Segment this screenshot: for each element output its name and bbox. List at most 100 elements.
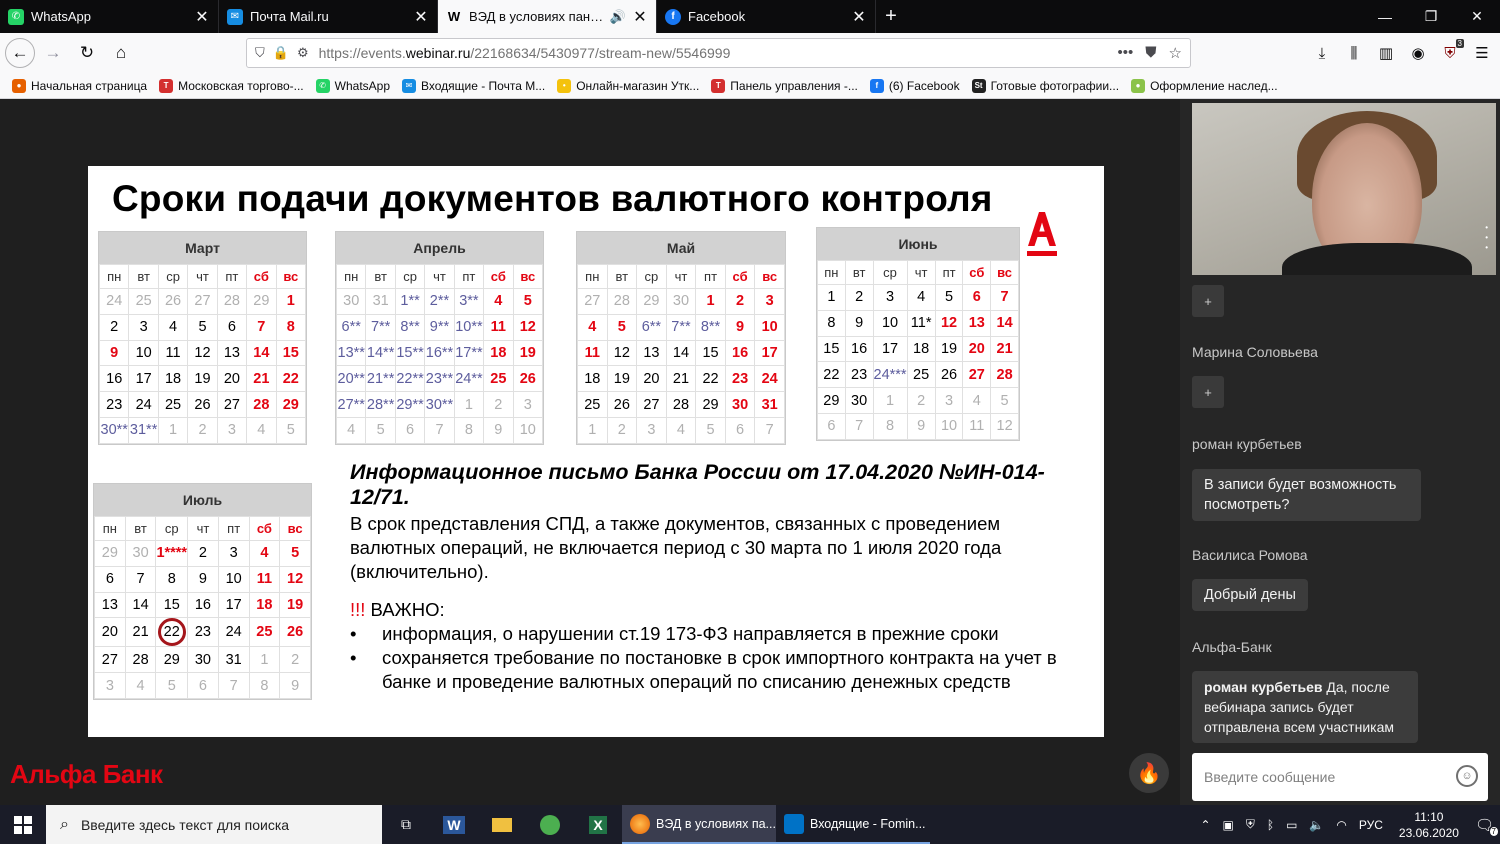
weekday-header: чт [187, 516, 219, 541]
bookmark-item[interactable]: ✉ Входящие - Почта М... [402, 78, 545, 93]
emoji-icon[interactable]: ☺ [1456, 765, 1478, 787]
word-icon[interactable]: W [430, 805, 478, 844]
bookmark-item[interactable]: ● Оформление наслед... [1131, 78, 1278, 93]
calendar-day: 5 [155, 672, 189, 699]
url-text[interactable]: https://events.webinar.ru/22168634/54309… [319, 45, 1118, 61]
address-bar[interactable]: ⛉ 🔒 ⚙ https://events.webinar.ru/22168634/5… [246, 38, 1191, 68]
bookmark-item[interactable]: ✆ WhatsApp [315, 78, 390, 93]
close-icon[interactable]: ✕ [194, 7, 210, 27]
tray-app-icon[interactable]: ▣ [1223, 818, 1234, 832]
tab-facebook[interactable]: f Facebook ✕ [657, 0, 876, 33]
speaker-icon[interactable]: 🔊 [610, 9, 626, 25]
task-view-icon[interactable]: ⧉ [382, 805, 430, 844]
calendar-day: 6** [335, 313, 367, 341]
calendar-day: 4 [335, 416, 367, 444]
minimize-icon[interactable]: — [1362, 0, 1408, 33]
calendar-day: 15** [394, 339, 426, 367]
restore-icon[interactable]: ❐ [1408, 0, 1454, 33]
calendar-day: 20 [636, 365, 667, 393]
add-button[interactable]: + [1192, 285, 1224, 317]
permissions-icon[interactable]: ⚙ [297, 45, 309, 61]
back-button[interactable]: ← [5, 38, 35, 68]
speaker-video: • • • [1192, 103, 1496, 275]
new-tab-button[interactable]: + [876, 0, 906, 33]
notifications-icon[interactable]: 🗨 7 [1475, 816, 1498, 836]
sidebar-icon[interactable]: ▥ [1372, 37, 1400, 69]
calendar-day: 13 [636, 339, 667, 367]
calendar-day: 7 [844, 412, 874, 440]
reaction-fire-button[interactable]: 🔥 [1129, 753, 1169, 793]
calendar-day: 25 [128, 288, 159, 315]
calendar-day: 29 [817, 387, 846, 414]
clock[interactable]: 11:10 23.06.2020 [1399, 809, 1459, 841]
calendar-day: 16 [187, 591, 219, 619]
bookmark-star-icon[interactable]: ☆ [1169, 44, 1182, 62]
close-icon[interactable]: ✕ [851, 7, 867, 27]
participant-name: Альфа-Банк [1192, 639, 1272, 655]
more-dots-icon[interactable]: • • • [1485, 223, 1488, 253]
tab-webinar[interactable]: W ВЭД в условиях пандемии 🔊 ✕ [438, 0, 657, 33]
calendar-day: 19 [934, 335, 964, 363]
bookmark-item[interactable]: Т Московская торгово-... [159, 78, 304, 93]
account-icon[interactable]: ◉ [1404, 37, 1432, 69]
calendar-day: 17 [754, 339, 785, 367]
bluetooth-icon[interactable]: ᛒ [1267, 818, 1274, 832]
ublock-icon[interactable]: ⛨ 3 [1436, 37, 1464, 69]
weekday-header: чт [187, 264, 218, 289]
windows-start-button[interactable] [0, 805, 46, 844]
download-icon[interactable]: ⤓ [1308, 37, 1336, 69]
browser-icon[interactable] [526, 805, 574, 844]
add-button[interactable]: + [1192, 376, 1224, 408]
calendar-day: 8 [275, 313, 307, 341]
menu-icon[interactable]: ☰ [1468, 37, 1496, 69]
excel-icon[interactable]: X [574, 805, 622, 844]
calendar-day: 27 [962, 361, 992, 389]
pocket-icon[interactable]: ⛊ [1145, 44, 1156, 62]
message-input[interactable]: Введите сообщение ☺ [1192, 753, 1488, 801]
calendar-day: 12 [512, 313, 544, 341]
calendar-day: 6 [216, 313, 248, 341]
calendar-day: 17** [453, 339, 485, 367]
lock-icon[interactable]: 🔒 [273, 45, 289, 61]
language-indicator[interactable]: РУС [1359, 818, 1383, 832]
calendar-day: 13 [94, 591, 126, 619]
shield-icon[interactable]: ⛉ [255, 45, 265, 61]
calendar-day: 2 [483, 391, 514, 418]
chevron-up-icon[interactable]: ⌃ [1200, 818, 1210, 832]
tab-mail[interactable]: ✉ Почта Mail.ru ✕ [219, 0, 438, 33]
reload-button[interactable]: ↻ [71, 37, 103, 69]
bookmark-item[interactable]: • Онлайн-магазин Утк... [557, 78, 699, 93]
close-icon[interactable]: ✕ [632, 7, 648, 27]
calendar-day: 20 [962, 335, 992, 363]
calendar-day: 4 [157, 313, 189, 341]
home-button[interactable]: ⌂ [105, 37, 137, 69]
calendar-day: 22 [275, 365, 307, 393]
battery-icon[interactable]: ▭ [1286, 818, 1297, 832]
calendar-day: 28 [665, 391, 697, 418]
bookmark-item[interactable]: f (6) Facebook [869, 78, 960, 93]
bookmark-item[interactable]: Т Панель управления -... [711, 78, 858, 93]
page-actions-icon[interactable]: ••• [1118, 44, 1134, 62]
calendar-day: 6 [94, 565, 126, 593]
taskbar-firefox[interactable]: ВЭД в условиях па... [622, 805, 776, 844]
taskbar-search[interactable]: ⌕ Введите здесь текст для поиска [46, 805, 382, 844]
library-icon[interactable]: ⫼ [1340, 37, 1368, 69]
forward-button[interactable]: → [37, 37, 69, 69]
calendar-day: 1 [577, 416, 608, 444]
calendar-day: 28 [124, 646, 157, 674]
explorer-icon[interactable] [478, 805, 526, 844]
calendar-day: 26 [157, 288, 189, 315]
calendar-day: 27 [577, 288, 608, 315]
tab-whatsapp[interactable]: ✆ WhatsApp ✕ [0, 0, 219, 33]
calendar-day: 26 [512, 365, 544, 393]
close-window-icon[interactable]: ✕ [1454, 0, 1500, 33]
close-icon[interactable]: ✕ [413, 7, 429, 27]
volume-icon[interactable]: 🔈 [1309, 818, 1324, 832]
defender-icon[interactable]: ⛨ [1246, 817, 1255, 832]
info-paragraph: В срок представления СПД, а также докуме… [350, 513, 1002, 582]
bookmark-item[interactable]: ● Начальная страница [12, 78, 147, 93]
bookmark-item[interactable]: St Готовые фотографии... [971, 78, 1119, 93]
taskbar-outlook[interactable]: Входящие - Fomin... [776, 805, 930, 844]
bookmarks-bar: ● Начальная страница Т Московская торгово-.… [0, 73, 1500, 99]
wifi-icon[interactable]: ◠ [1336, 818, 1346, 832]
